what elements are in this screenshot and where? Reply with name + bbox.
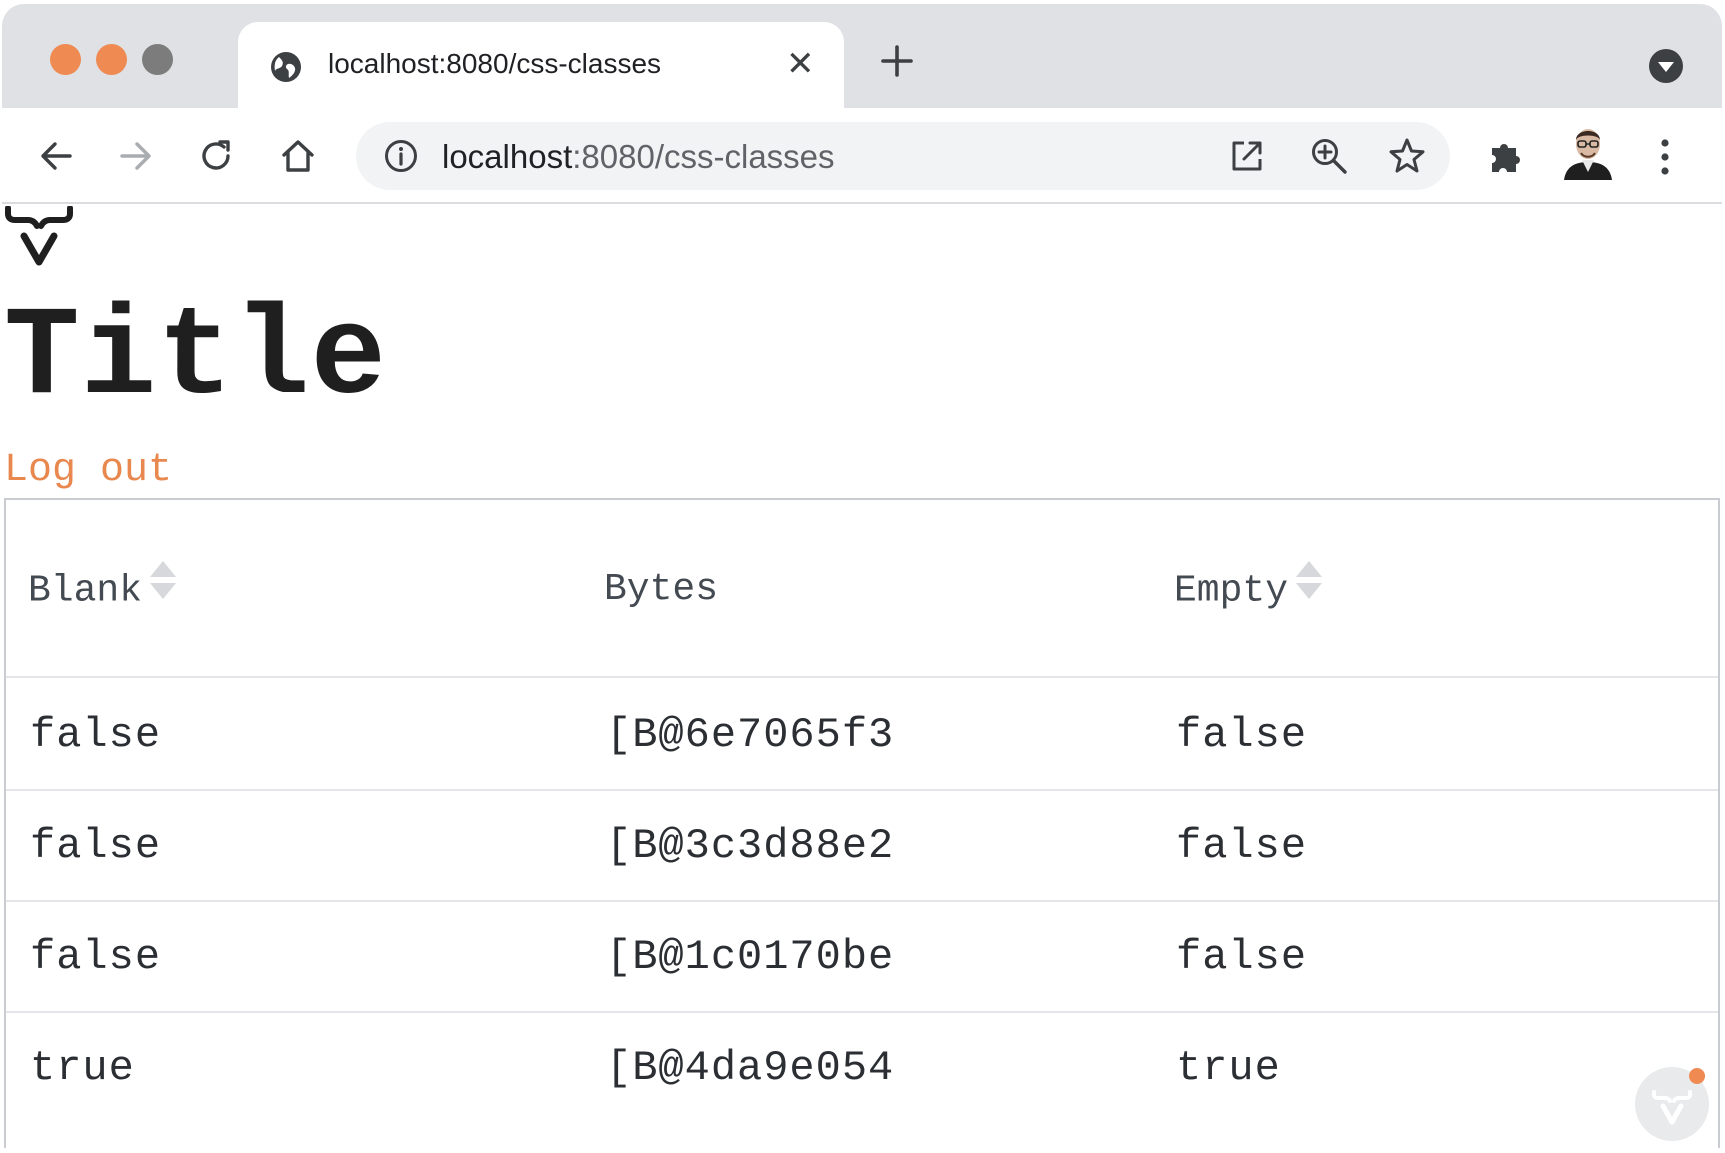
back-icon[interactable]	[38, 138, 74, 179]
column-header-label: Blank	[28, 569, 143, 613]
zoom-icon[interactable]	[1310, 137, 1348, 180]
profile-avatar[interactable]	[1562, 122, 1614, 187]
table-row[interactable]: false [B@6e7065f3 false	[6, 680, 1718, 791]
logout-link[interactable]: Log out	[4, 446, 172, 496]
url-path: :8080/css-classes	[572, 138, 835, 175]
info-icon[interactable]	[384, 139, 418, 178]
cell-empty: false	[1176, 933, 1308, 981]
data-grid: Blank Bytes Empty false [B@6e7065f3 fals…	[4, 498, 1720, 1148]
close-tab-icon[interactable]: ✕	[786, 44, 815, 84]
zoom-window-button[interactable]	[142, 44, 173, 75]
column-header-blank[interactable]: Blank	[28, 561, 178, 619]
cell-bytes: [B@4da9e054	[606, 1044, 895, 1092]
star-icon[interactable]	[1388, 137, 1426, 180]
column-header-label: Empty	[1174, 569, 1289, 613]
sort-icon[interactable]	[1294, 558, 1324, 615]
globe-icon	[270, 51, 302, 88]
minimize-window-button[interactable]	[96, 44, 127, 75]
tab-search-icon[interactable]	[1648, 48, 1684, 89]
browser-toolbar: localhost:8080/css-classes	[2, 108, 1722, 204]
vaadin-logo-icon	[4, 205, 74, 273]
cell-empty: false	[1176, 711, 1308, 759]
cell-blank: false	[30, 822, 162, 870]
column-header-empty[interactable]: Empty	[1174, 561, 1324, 619]
forward-icon[interactable]	[118, 138, 154, 179]
address-bar[interactable]: localhost:8080/css-classes	[356, 122, 1450, 190]
cell-blank: false	[30, 933, 162, 981]
cell-bytes: [B@1c0170be	[606, 933, 895, 981]
cell-empty: true	[1176, 1044, 1281, 1092]
close-window-button[interactable]	[50, 44, 81, 75]
kebab-menu-icon[interactable]	[1658, 138, 1672, 181]
column-header-bytes: Bytes	[604, 568, 718, 612]
cell-bytes: [B@3c3d88e2	[606, 822, 895, 870]
column-header-label: Bytes	[604, 568, 719, 611]
active-tab[interactable]: localhost:8080/css-classes ✕	[238, 22, 844, 108]
table-row[interactable]: true [B@4da9e054 true	[6, 1013, 1718, 1124]
sort-icon[interactable]	[148, 558, 178, 615]
address-url[interactable]: localhost:8080/css-classes	[442, 140, 835, 174]
reload-icon[interactable]	[198, 138, 234, 179]
cell-blank: true	[30, 1044, 135, 1092]
cell-empty: false	[1176, 822, 1308, 870]
url-host: localhost	[442, 138, 573, 175]
home-icon[interactable]	[280, 138, 316, 179]
page-title: Title	[4, 287, 388, 430]
table-row[interactable]: false [B@3c3d88e2 false	[6, 791, 1718, 902]
cell-bytes: [B@6e7065f3	[606, 711, 895, 759]
extensions-icon[interactable]	[1486, 136, 1526, 181]
open-external-icon[interactable]	[1230, 139, 1264, 178]
page-content: Title Log out Blank Bytes Empty false [B…	[2, 205, 1722, 1148]
grid-header-row: Blank Bytes Empty	[6, 500, 1718, 678]
table-row[interactable]: false [B@1c0170be false	[6, 902, 1718, 1013]
new-tab-icon[interactable]	[880, 44, 914, 83]
browser-window: localhost:8080/css-classes ✕ localhost:8…	[2, 4, 1722, 1148]
tab-title: localhost:8080/css-classes	[328, 48, 662, 79]
dev-tools-badge[interactable]	[1634, 1062, 1714, 1142]
cell-blank: false	[30, 711, 162, 759]
tab-strip: localhost:8080/css-classes ✕	[2, 4, 1722, 108]
